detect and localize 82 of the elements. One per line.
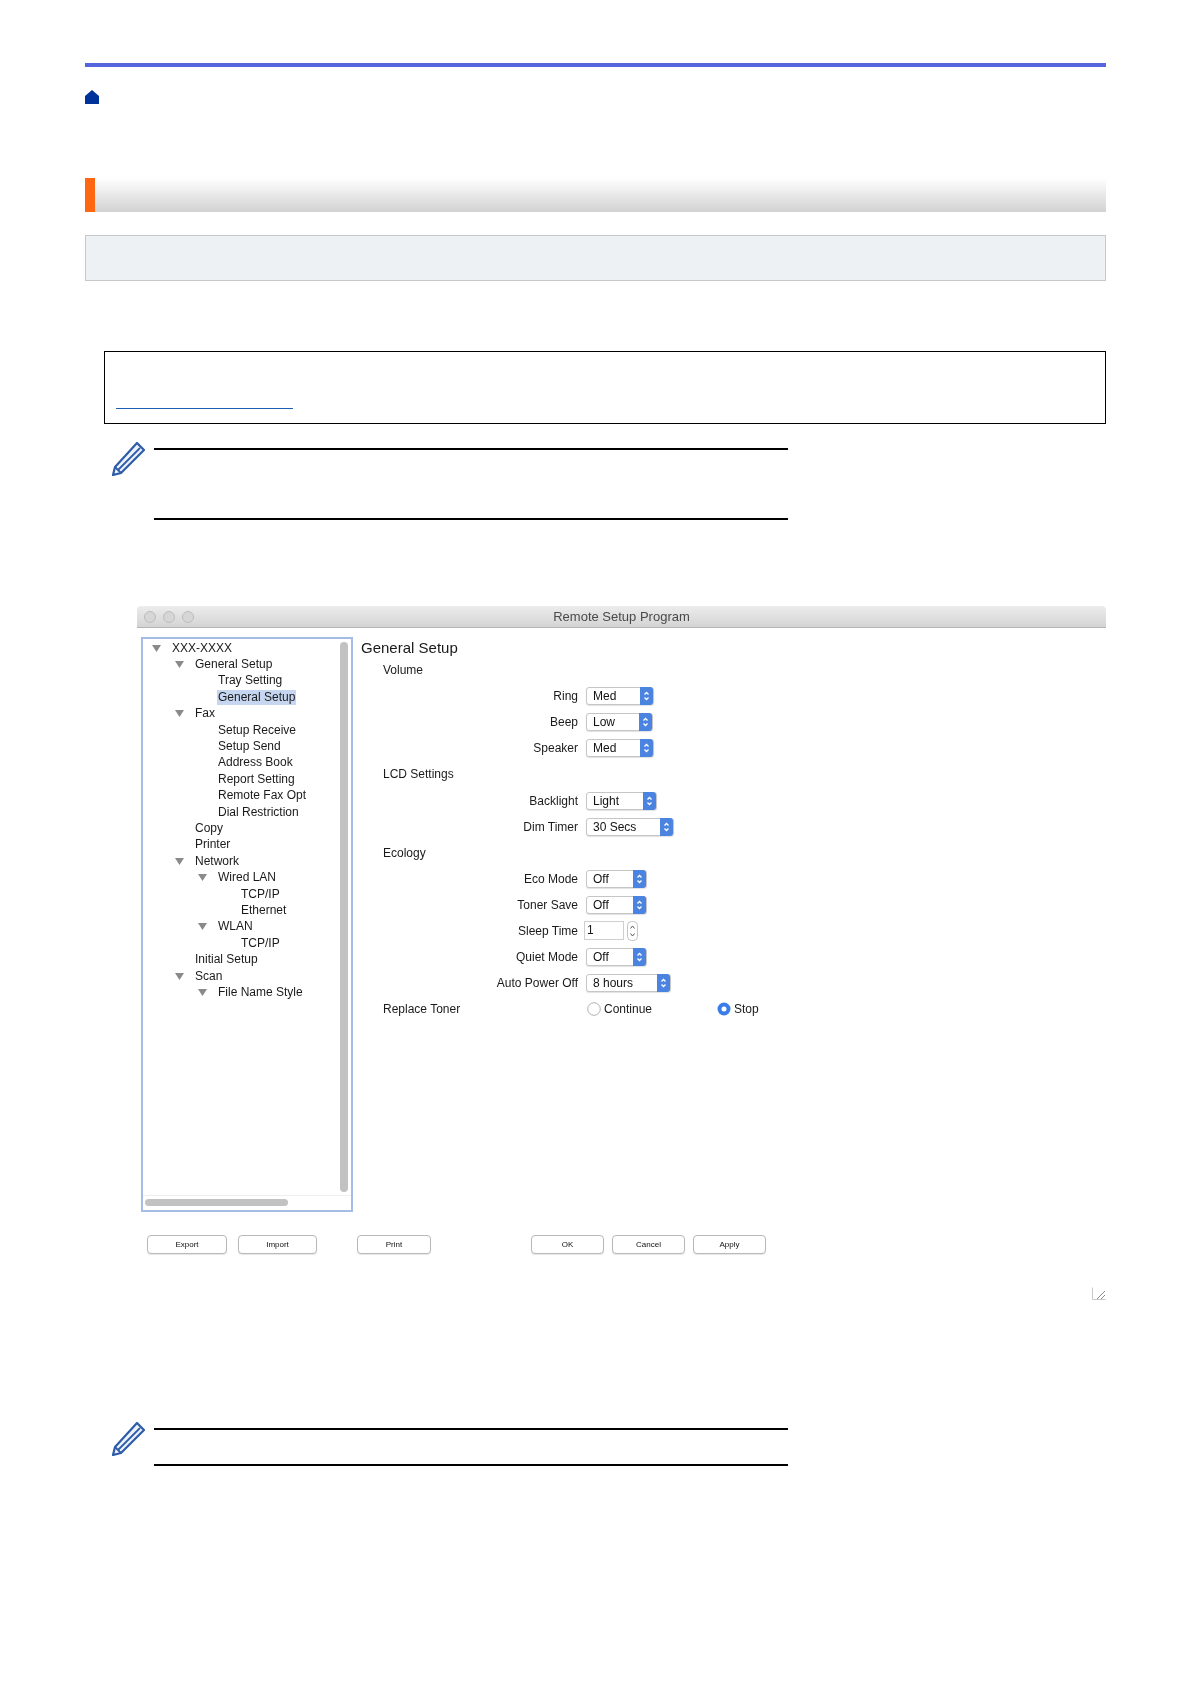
dialog-button[interactable]: Export xyxy=(147,1235,227,1254)
disclosure-triangle-icon[interactable] xyxy=(174,856,184,866)
field-label: Beep xyxy=(549,714,578,732)
tree-item[interactable]: Wired LAN xyxy=(217,870,277,886)
radio-option[interactable]: Continue xyxy=(587,1000,653,1019)
home-icon[interactable] xyxy=(85,90,99,104)
disclosure-triangle-icon[interactable] xyxy=(197,922,207,932)
tree-item[interactable]: Dial Restriction xyxy=(217,804,300,820)
dropdown[interactable]: 30 Secs xyxy=(586,817,675,836)
pencil-icon xyxy=(111,1421,146,1456)
tree-item[interactable]: Address Book xyxy=(217,755,294,771)
field-label: Backlight xyxy=(529,792,578,810)
dialog-button[interactable]: Print xyxy=(357,1235,431,1254)
section-heading: Volume xyxy=(383,662,424,680)
pencil-icon xyxy=(111,441,146,476)
tree-item[interactable]: Initial Setup xyxy=(194,952,259,968)
tree-item[interactable]: Ethernet xyxy=(240,902,288,918)
dropdown[interactable]: Med xyxy=(586,687,655,706)
field-label: Speaker xyxy=(533,740,578,758)
tree-item[interactable]: Setup Send xyxy=(217,739,282,755)
tree-item[interactable]: Copy xyxy=(194,821,224,836)
radio-option[interactable]: Stop xyxy=(717,1000,759,1019)
disclosure-triangle-icon[interactable] xyxy=(174,971,184,981)
field-label: Ring xyxy=(553,688,578,706)
dialog-button[interactable]: Import xyxy=(238,1235,317,1254)
updown-arrows-icon xyxy=(632,948,646,967)
tree-item[interactable]: Remote Fax Opt xyxy=(217,788,308,804)
tree-item[interactable]: Fax xyxy=(194,706,216,722)
tree-item[interactable]: General Setup xyxy=(194,657,274,673)
disclosure-triangle-icon[interactable] xyxy=(174,660,184,670)
section-heading: LCD Settings xyxy=(383,766,454,784)
panel-title: General Setup xyxy=(361,640,458,656)
tree-item[interactable]: Printer xyxy=(194,837,232,853)
field-label: Replace Toner xyxy=(383,1001,461,1019)
updown-arrows-icon xyxy=(657,974,671,993)
tree-item[interactable]: Network xyxy=(194,853,240,869)
field-label: Auto Power Off xyxy=(496,975,578,993)
radio-icon[interactable] xyxy=(587,1002,601,1017)
tree-item[interactable]: General Setup xyxy=(217,689,297,705)
dropdown[interactable]: Med xyxy=(586,739,655,758)
window-title: Remote Setup Program xyxy=(553,608,690,625)
tree-item[interactable]: File Name Style xyxy=(217,984,304,1000)
updown-arrows-icon xyxy=(640,687,654,706)
section-heading: Ecology xyxy=(383,844,426,862)
tree-item[interactable]: Scan xyxy=(194,968,224,984)
field-label: Quiet Mode xyxy=(515,949,578,967)
tree-item[interactable]: Tray Setting xyxy=(217,673,284,689)
dropdown[interactable]: Off xyxy=(586,948,647,967)
tree-item[interactable]: TCP/IP xyxy=(240,935,281,951)
vertical-scrollbar[interactable] xyxy=(340,642,348,1192)
updown-arrows-icon xyxy=(643,791,657,810)
dropdown[interactable]: Low xyxy=(586,713,653,732)
dialog-button[interactable]: Cancel xyxy=(612,1235,685,1254)
updown-arrows-icon xyxy=(632,895,646,914)
disclosure-triangle-icon[interactable] xyxy=(197,987,207,997)
field-label: Toner Save xyxy=(517,896,578,914)
tree-item[interactable]: Report Setting xyxy=(217,771,296,787)
tree-item[interactable]: Setup Receive xyxy=(217,722,298,738)
tree-item[interactable]: XXX-XXXX xyxy=(171,640,234,656)
updown-arrows-icon xyxy=(639,713,652,732)
updown-arrows-icon xyxy=(660,817,674,836)
dropdown[interactable]: Off xyxy=(586,895,647,914)
field-label: Sleep Time xyxy=(517,923,578,940)
radio-icon[interactable] xyxy=(717,1002,731,1017)
dropdown[interactable]: Light xyxy=(586,791,658,810)
dialog-button[interactable]: OK xyxy=(531,1235,604,1254)
updown-arrows-icon xyxy=(640,739,654,758)
field-label: Eco Mode xyxy=(523,870,578,888)
updown-arrows-icon xyxy=(632,869,646,888)
dialog-button[interactable]: Apply xyxy=(693,1235,766,1254)
disclosure-triangle-icon[interactable] xyxy=(151,643,161,653)
horizontal-scrollbar[interactable] xyxy=(145,1199,288,1206)
disclosure-triangle-icon[interactable] xyxy=(174,709,184,719)
field-label: Dim Timer xyxy=(523,818,578,836)
tree-item[interactable]: WLAN xyxy=(217,919,254,935)
number-field[interactable]: 1 xyxy=(584,921,624,941)
disclosure-triangle-icon[interactable] xyxy=(197,873,207,883)
dropdown[interactable]: Off xyxy=(586,869,647,888)
dropdown[interactable]: 8 hours xyxy=(586,974,672,993)
stepper-arrows-icon[interactable] xyxy=(627,921,638,941)
tree-item[interactable]: TCP/IP xyxy=(240,886,281,902)
resize-grip-icon[interactable] xyxy=(1092,1287,1106,1300)
